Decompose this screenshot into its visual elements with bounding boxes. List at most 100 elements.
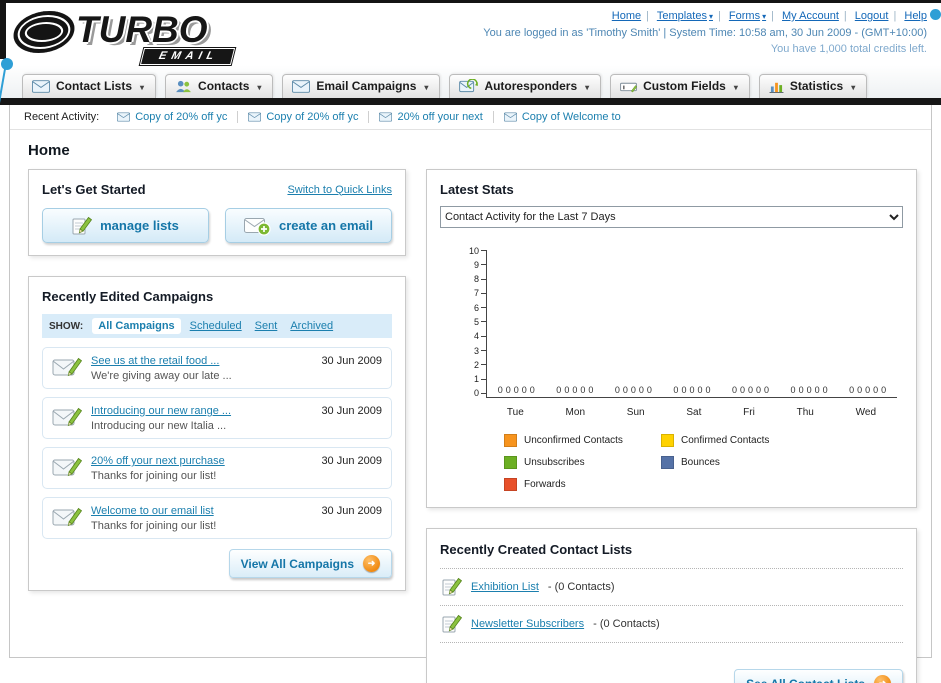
contact-list-name-link[interactable]: Newsletter Subscribers xyxy=(471,618,584,630)
filter-scheduled[interactable]: Scheduled xyxy=(190,320,242,332)
tab-statistics[interactable]: Statistics xyxy=(758,74,868,98)
link-home-label: Home xyxy=(611,10,642,22)
activity-item-label: Copy of 20% off yc xyxy=(135,111,228,123)
page-title: Home xyxy=(28,142,70,159)
legend-swatch xyxy=(504,478,517,491)
x-tick-label: Sat xyxy=(686,407,702,418)
recent-activity-label: Recent Activity: xyxy=(24,111,100,123)
contact-list-name-link[interactable]: Exhibition List xyxy=(471,581,539,593)
envelope-icon xyxy=(379,112,392,122)
activity-item-label: 20% off your next xyxy=(397,111,483,123)
campaign-row: See us at the retail food ... We're givi… xyxy=(42,347,392,389)
campaign-subtitle: We're giving away our late ... xyxy=(91,370,232,382)
blue-dot-decoration-right xyxy=(930,9,941,20)
campaign-date: 30 Jun 2009 xyxy=(321,355,382,367)
filter-all-campaigns[interactable]: All Campaigns xyxy=(92,318,181,334)
stats-chart: 10 9 8 7 6 5 4 3 2 1 0 000000000000000000000000000… xyxy=(440,246,903,491)
activity-item[interactable]: Copy of 20% off yc xyxy=(107,111,239,123)
caret-down-icon xyxy=(849,79,855,93)
campaign-title-link[interactable]: 20% off your next purchase xyxy=(91,455,312,467)
separator xyxy=(766,10,779,22)
header: TURBO EMAIL Home Templates Forms My Acco… xyxy=(0,3,941,65)
stats-range-select[interactable]: Contact Activity for the Last 7 Days xyxy=(440,206,903,228)
value-label-group: 00000 xyxy=(614,385,652,395)
app-logo[interactable]: TURBO EMAIL xyxy=(8,5,300,65)
campaign-date: 30 Jun 2009 xyxy=(321,505,382,517)
contact-list-row: Newsletter Subscribers - (0 Contacts) xyxy=(440,606,903,643)
manage-lists-label: manage lists xyxy=(100,218,179,233)
link-forms[interactable]: Forms xyxy=(729,10,766,22)
value-label-group: 00000 xyxy=(673,385,711,395)
tab-contact-lists-label: Contact Lists xyxy=(56,79,133,93)
filter-archived[interactable]: Archived xyxy=(290,320,333,332)
tab-contacts[interactable]: Contacts xyxy=(165,74,274,98)
y-tick: 5 xyxy=(474,317,486,327)
chart-plot: 00000 00000 00000 00000 00000 00000 00000 xyxy=(486,250,897,398)
divider-bar xyxy=(0,98,941,105)
logo-title: TURBO xyxy=(76,9,208,50)
tab-custom-fields[interactable]: Custom Fields xyxy=(610,74,750,98)
logo-subtitle: EMAIL xyxy=(139,48,236,65)
y-tick: 3 xyxy=(474,346,486,356)
tab-contact-lists[interactable]: Contact Lists xyxy=(22,74,157,98)
campaign-title-link[interactable]: See us at the retail food ... xyxy=(91,355,312,367)
caret-down-icon xyxy=(138,79,144,93)
campaign-row: Welcome to our email list Thanks for joi… xyxy=(42,497,392,539)
envelope-pencil-icon xyxy=(52,405,82,427)
campaigns-filter-bar: SHOW: All Campaigns Scheduled Sent Archi… xyxy=(42,314,392,338)
stats-panel: Latest Stats Contact Activity for the La… xyxy=(426,169,917,508)
campaign-title-link[interactable]: Introducing our new range ... xyxy=(91,405,312,417)
activity-item-label: Copy of 20% off yc xyxy=(266,111,359,123)
link-home[interactable]: Home xyxy=(612,10,641,22)
value-label-group: 00000 xyxy=(497,385,535,395)
filter-sent[interactable]: Sent xyxy=(255,320,278,332)
pencil-list-icon xyxy=(72,216,92,236)
chart-legend: Unconfirmed Contacts Confirmed Contacts Un… xyxy=(504,434,897,491)
contact-list-count: - (0 Contacts) xyxy=(593,618,660,630)
create-email-button[interactable]: create an email xyxy=(225,208,392,243)
arrow-circle-icon xyxy=(874,675,891,683)
campaign-row: Introducing our new range ... Introducin… xyxy=(42,397,392,439)
view-all-campaigns-button[interactable]: View All Campaigns xyxy=(228,549,392,578)
link-help[interactable]: Help xyxy=(904,10,927,22)
main-navigation: Contact Lists Contacts Email Campaigns A… xyxy=(0,65,941,98)
activity-item[interactable]: 20% off your next xyxy=(369,111,494,123)
legend-item: Bounces xyxy=(661,456,818,469)
x-tick-label: Mon xyxy=(565,407,585,418)
switch-quick-links-link[interactable]: Switch to Quick Links xyxy=(287,184,392,196)
email-campaigns-icon xyxy=(292,80,310,93)
x-tick-label: Fri xyxy=(743,407,755,418)
envelope-icon xyxy=(117,112,130,122)
envelope-pencil-icon xyxy=(52,355,82,377)
campaign-subtitle: Thanks for joining our list! xyxy=(91,470,217,482)
autoresponders-icon xyxy=(459,79,478,93)
legend-swatch xyxy=(661,456,674,469)
envelope-pencil-icon xyxy=(52,505,82,527)
get-started-title: Let's Get Started xyxy=(42,182,146,197)
tab-contacts-label: Contacts xyxy=(198,79,250,93)
y-tick: 4 xyxy=(474,331,486,341)
value-label-group: 00000 xyxy=(556,385,594,395)
view-all-campaigns-label: View All Campaigns xyxy=(240,556,354,571)
legend-swatch xyxy=(661,434,674,447)
campaign-date: 30 Jun 2009 xyxy=(321,405,382,417)
activity-item[interactable]: Copy of 20% off yc xyxy=(238,111,370,123)
y-tick: 10 xyxy=(469,246,486,256)
campaign-title-link[interactable]: Welcome to our email list xyxy=(91,505,312,517)
link-logout[interactable]: Logout xyxy=(855,10,889,22)
header-right: Home Templates Forms My Account Logout H… xyxy=(483,5,927,65)
pencil-list-icon xyxy=(442,577,462,597)
manage-lists-button[interactable]: manage lists xyxy=(42,208,209,243)
activity-item[interactable]: Copy of Welcome to xyxy=(494,111,631,123)
tab-email-campaigns[interactable]: Email Campaigns xyxy=(282,74,441,98)
y-tick: 8 xyxy=(474,274,486,284)
link-my-account[interactable]: My Account xyxy=(782,10,839,22)
tab-autoresponders-label: Autoresponders xyxy=(484,79,578,93)
separator xyxy=(839,10,852,22)
separator xyxy=(713,10,726,22)
tab-autoresponders[interactable]: Autoresponders xyxy=(449,74,602,98)
see-all-contact-lists-button[interactable]: See All Contact Lists xyxy=(734,669,903,683)
link-templates[interactable]: Templates xyxy=(657,10,713,22)
value-label-group: 00000 xyxy=(849,385,887,395)
x-tick-label: Thu xyxy=(796,407,814,418)
